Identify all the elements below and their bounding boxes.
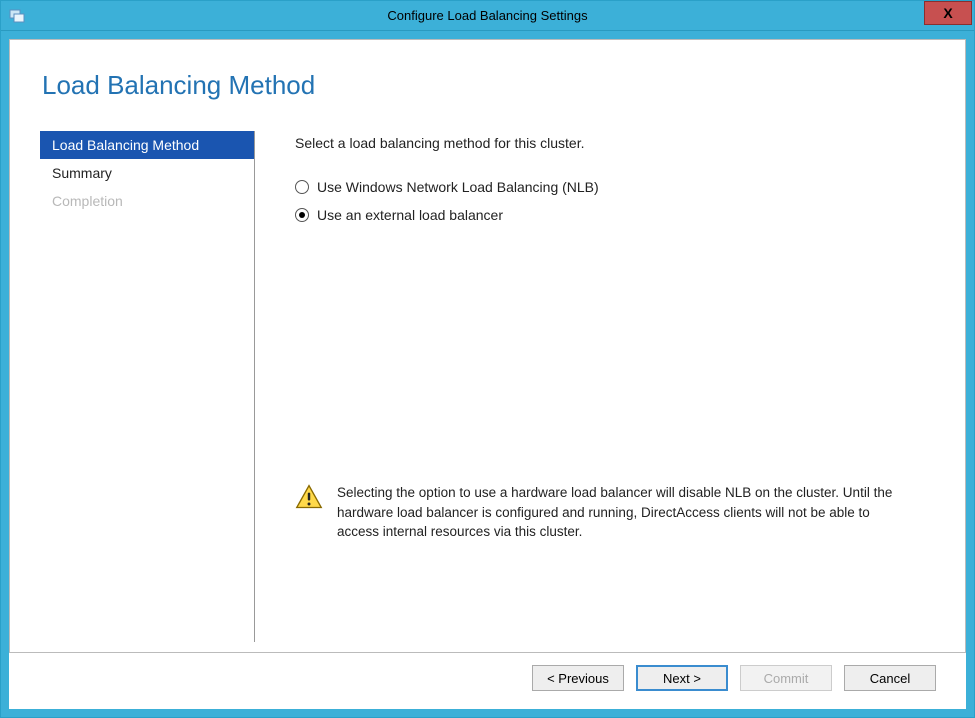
instruction-text: Select a load balancing method for this …	[295, 135, 925, 151]
window-title: Configure Load Balancing Settings	[387, 8, 587, 23]
button-bar: < Previous Next > Commit Cancel	[9, 653, 966, 709]
body-row: Load Balancing Method Summary Completion…	[40, 131, 935, 642]
radio-icon	[295, 208, 309, 222]
close-icon: X	[943, 5, 952, 21]
radio-option-nlb[interactable]: Use Windows Network Load Balancing (NLB)	[295, 179, 925, 195]
radio-label: Use Windows Network Load Balancing (NLB)	[317, 179, 599, 195]
content-area: Load Balancing Method Load Balancing Met…	[9, 39, 966, 653]
radio-icon	[295, 180, 309, 194]
wizard-steps-sidebar: Load Balancing Method Summary Completion	[40, 131, 255, 642]
previous-button[interactable]: < Previous	[532, 665, 624, 691]
app-icon	[9, 8, 25, 24]
commit-button: Commit	[740, 665, 832, 691]
cancel-button[interactable]: Cancel	[844, 665, 936, 691]
sidebar-item-label: Completion	[52, 193, 123, 209]
sidebar-item-summary[interactable]: Summary	[40, 159, 254, 187]
warning-box: Selecting the option to use a hardware l…	[295, 483, 925, 542]
page-heading: Load Balancing Method	[42, 70, 935, 101]
main-panel: Select a load balancing method for this …	[255, 131, 935, 642]
warning-icon	[295, 483, 323, 542]
warning-text: Selecting the option to use a hardware l…	[337, 483, 915, 542]
sidebar-item-label: Load Balancing Method	[52, 137, 199, 153]
sidebar-item-completion: Completion	[40, 187, 254, 215]
next-button[interactable]: Next >	[636, 665, 728, 691]
sidebar-item-label: Summary	[52, 165, 112, 181]
radio-label: Use an external load balancer	[317, 207, 503, 223]
wizard-window: Configure Load Balancing Settings X Load…	[0, 0, 975, 718]
radio-checked-icon	[299, 212, 305, 218]
client-area: Load Balancing Method Load Balancing Met…	[1, 31, 974, 717]
sidebar-item-load-balancing-method[interactable]: Load Balancing Method	[40, 131, 254, 159]
close-button[interactable]: X	[924, 1, 972, 25]
titlebar: Configure Load Balancing Settings X	[1, 1, 974, 31]
radio-option-external[interactable]: Use an external load balancer	[295, 207, 925, 223]
